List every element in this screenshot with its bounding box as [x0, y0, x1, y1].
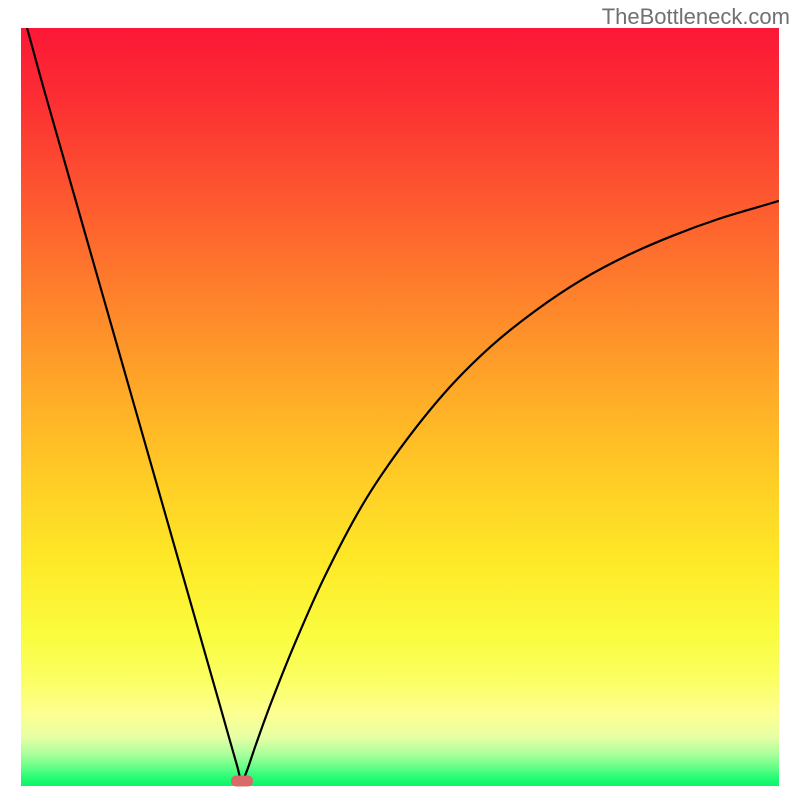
optimum-marker	[231, 776, 253, 787]
gradient-background	[21, 28, 779, 786]
plot-area	[21, 28, 779, 786]
watermark-text: TheBottleneck.com	[602, 4, 790, 30]
chart-container: TheBottleneck.com	[0, 0, 800, 800]
